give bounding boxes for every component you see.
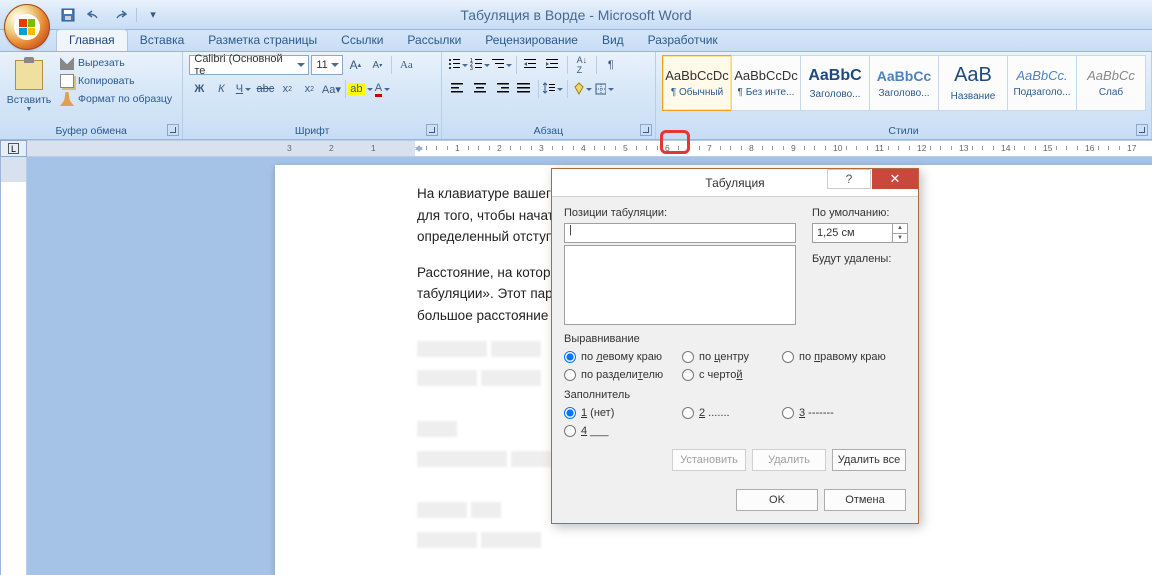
cancel-button[interactable]: Отмена [824,489,906,511]
style-nospacing[interactable]: AaBbCcDc¶ Без инте... [731,55,801,111]
shrink-font-icon[interactable]: A▾ [367,55,387,75]
style-h1[interactable]: AaBbCЗаголово... [800,55,870,111]
inc-indent-button[interactable] [543,55,563,75]
strike-button[interactable]: abc [255,79,275,99]
tab-position-input[interactable] [564,223,796,243]
horizontal-ruler[interactable]: 1234567891011121314151617123 [27,140,1152,157]
subscript-button[interactable]: x2 [277,79,297,99]
align-right-button[interactable] [492,79,512,99]
tab-review[interactable]: Рецензирование [473,30,590,51]
format-painter-button[interactable]: Формат по образцу [56,91,176,107]
shading-button[interactable] [572,79,592,99]
dialog-titlebar[interactable]: Табуляция ? ✕ [552,169,918,197]
indent-marker[interactable] [415,141,424,156]
radio-leader-3[interactable]: 3 ------- [782,407,906,419]
radio-align-bar[interactable]: с чертой [682,369,782,381]
dialog-close-button[interactable]: ✕ [872,169,918,189]
cut-icon [60,56,74,70]
borders-button[interactable] [594,79,614,99]
bold-button[interactable]: Ж [189,79,209,99]
brush-icon [60,92,74,106]
window-title: Табуляция в Ворде - Microsoft Word [460,7,691,23]
italic-button[interactable]: К [211,79,231,99]
clipboard-launcher[interactable] [167,124,179,136]
ribbon: Вставить ▼ Вырезать Копировать Формат по… [0,52,1152,140]
paragraph-launcher[interactable] [640,124,652,136]
tab-selector[interactable]: L [0,140,27,157]
radio-align-center[interactable]: по центру [682,351,782,363]
multilevel-button[interactable] [492,55,512,75]
ok-button[interactable]: OK [736,489,818,511]
font-name-combo[interactable]: Calibri (Основной те [189,55,309,75]
style-normal[interactable]: AaBbCcDc¶ Обычный [662,55,732,111]
group-styles: AaBbCcDc¶ Обычный AaBbCcDc¶ Без инте... … [656,52,1152,139]
radio-leader-1[interactable]: 1 (нет) [564,407,682,419]
tab-developer[interactable]: Разработчик [636,30,730,51]
styles-launcher[interactable] [1136,124,1148,136]
undo-icon[interactable] [84,5,104,25]
radio-align-decimal[interactable]: по разделителю [564,369,682,381]
set-button[interactable]: Установить [672,449,746,471]
dialog-help-button[interactable]: ? [827,169,871,189]
tabs-dialog: Табуляция ? ✕ Позиции табуляции: По умол… [551,168,919,524]
style-gallery[interactable]: AaBbCcDc¶ Обычный AaBbCcDc¶ Без инте... … [662,55,1145,111]
watermark: FREE-OFFICE.NET [1009,555,1142,569]
tab-references[interactable]: Ссылки [329,30,395,51]
numbering-button[interactable]: 123 [470,55,490,75]
group-clipboard: Вставить ▼ Вырезать Копировать Формат по… [0,52,183,139]
change-case-button[interactable]: Aa▾ [321,79,341,99]
style-h2[interactable]: AaBbCcЗаголово... [869,55,939,111]
default-tab-spinner[interactable]: 1,25 см ▲▼ [812,223,908,243]
radio-leader-4[interactable]: 4 ___ [564,425,682,437]
font-launcher[interactable] [426,124,438,136]
paste-icon [15,60,43,90]
tab-layout[interactable]: Разметка страницы [196,30,329,51]
superscript-button[interactable]: x2 [299,79,319,99]
copy-icon [60,74,74,88]
show-marks-button[interactable]: ¶ [601,55,621,75]
radio-leader-2[interactable]: 2 ....... [682,407,782,419]
style-weak[interactable]: AaBbCcСлаб [1076,55,1146,111]
underline-button[interactable]: Ч [233,79,253,99]
highlight-button[interactable]: ab [350,79,370,99]
align-left-button[interactable] [448,79,468,99]
clear-format-icon[interactable]: Aa [396,55,416,75]
svg-text:3: 3 [470,66,473,72]
sort-button[interactable]: A↓Z [572,55,592,75]
redo-icon[interactable] [110,5,130,25]
radio-align-left[interactable]: по левому краю [564,351,682,363]
tab-insert[interactable]: Вставка [128,30,197,51]
title-bar: ▾ Табуляция в Ворде - Microsoft Word [0,0,1152,30]
tab-home[interactable]: Главная [56,29,128,51]
office-button[interactable] [4,4,50,50]
tab-view[interactable]: Вид [590,30,636,51]
qat-dropdown-icon[interactable]: ▾ [143,5,163,25]
cut-button[interactable]: Вырезать [56,55,176,71]
style-subtitle[interactable]: AaBbCc.Подзаголо... [1007,55,1077,111]
line-spacing-button[interactable] [543,79,563,99]
dialog-title: Табуляция [705,176,764,190]
group-font: Calibri (Основной те 11 A▴ A▾ Aa Ж К Ч a… [183,52,441,139]
align-center-button[interactable] [470,79,490,99]
tab-position-list[interactable] [564,245,796,325]
font-color-button[interactable]: A [372,79,392,99]
grow-font-icon[interactable]: A▴ [345,55,365,75]
ribbon-tabs: Главная Вставка Разметка страницы Ссылки… [0,30,1152,52]
group-paragraph: 123 A↓Z ¶ Абзац [442,52,656,139]
save-icon[interactable] [58,5,78,25]
delete-button[interactable]: Удалить [752,449,826,471]
style-title[interactable]: AaBНазвание [938,55,1008,111]
vertical-ruler[interactable] [0,157,27,575]
bullets-button[interactable] [448,55,468,75]
paste-button[interactable]: Вставить ▼ [6,55,52,118]
radio-align-right[interactable]: по правому краю [782,351,906,363]
tab-mailings[interactable]: Рассылки [395,30,473,51]
delete-all-button[interactable]: Удалить все [832,449,906,471]
quick-access-toolbar: ▾ [58,5,163,25]
font-size-combo[interactable]: 11 [311,55,343,75]
justify-button[interactable] [514,79,534,99]
copy-button[interactable]: Копировать [56,73,176,89]
dec-indent-button[interactable] [521,55,541,75]
